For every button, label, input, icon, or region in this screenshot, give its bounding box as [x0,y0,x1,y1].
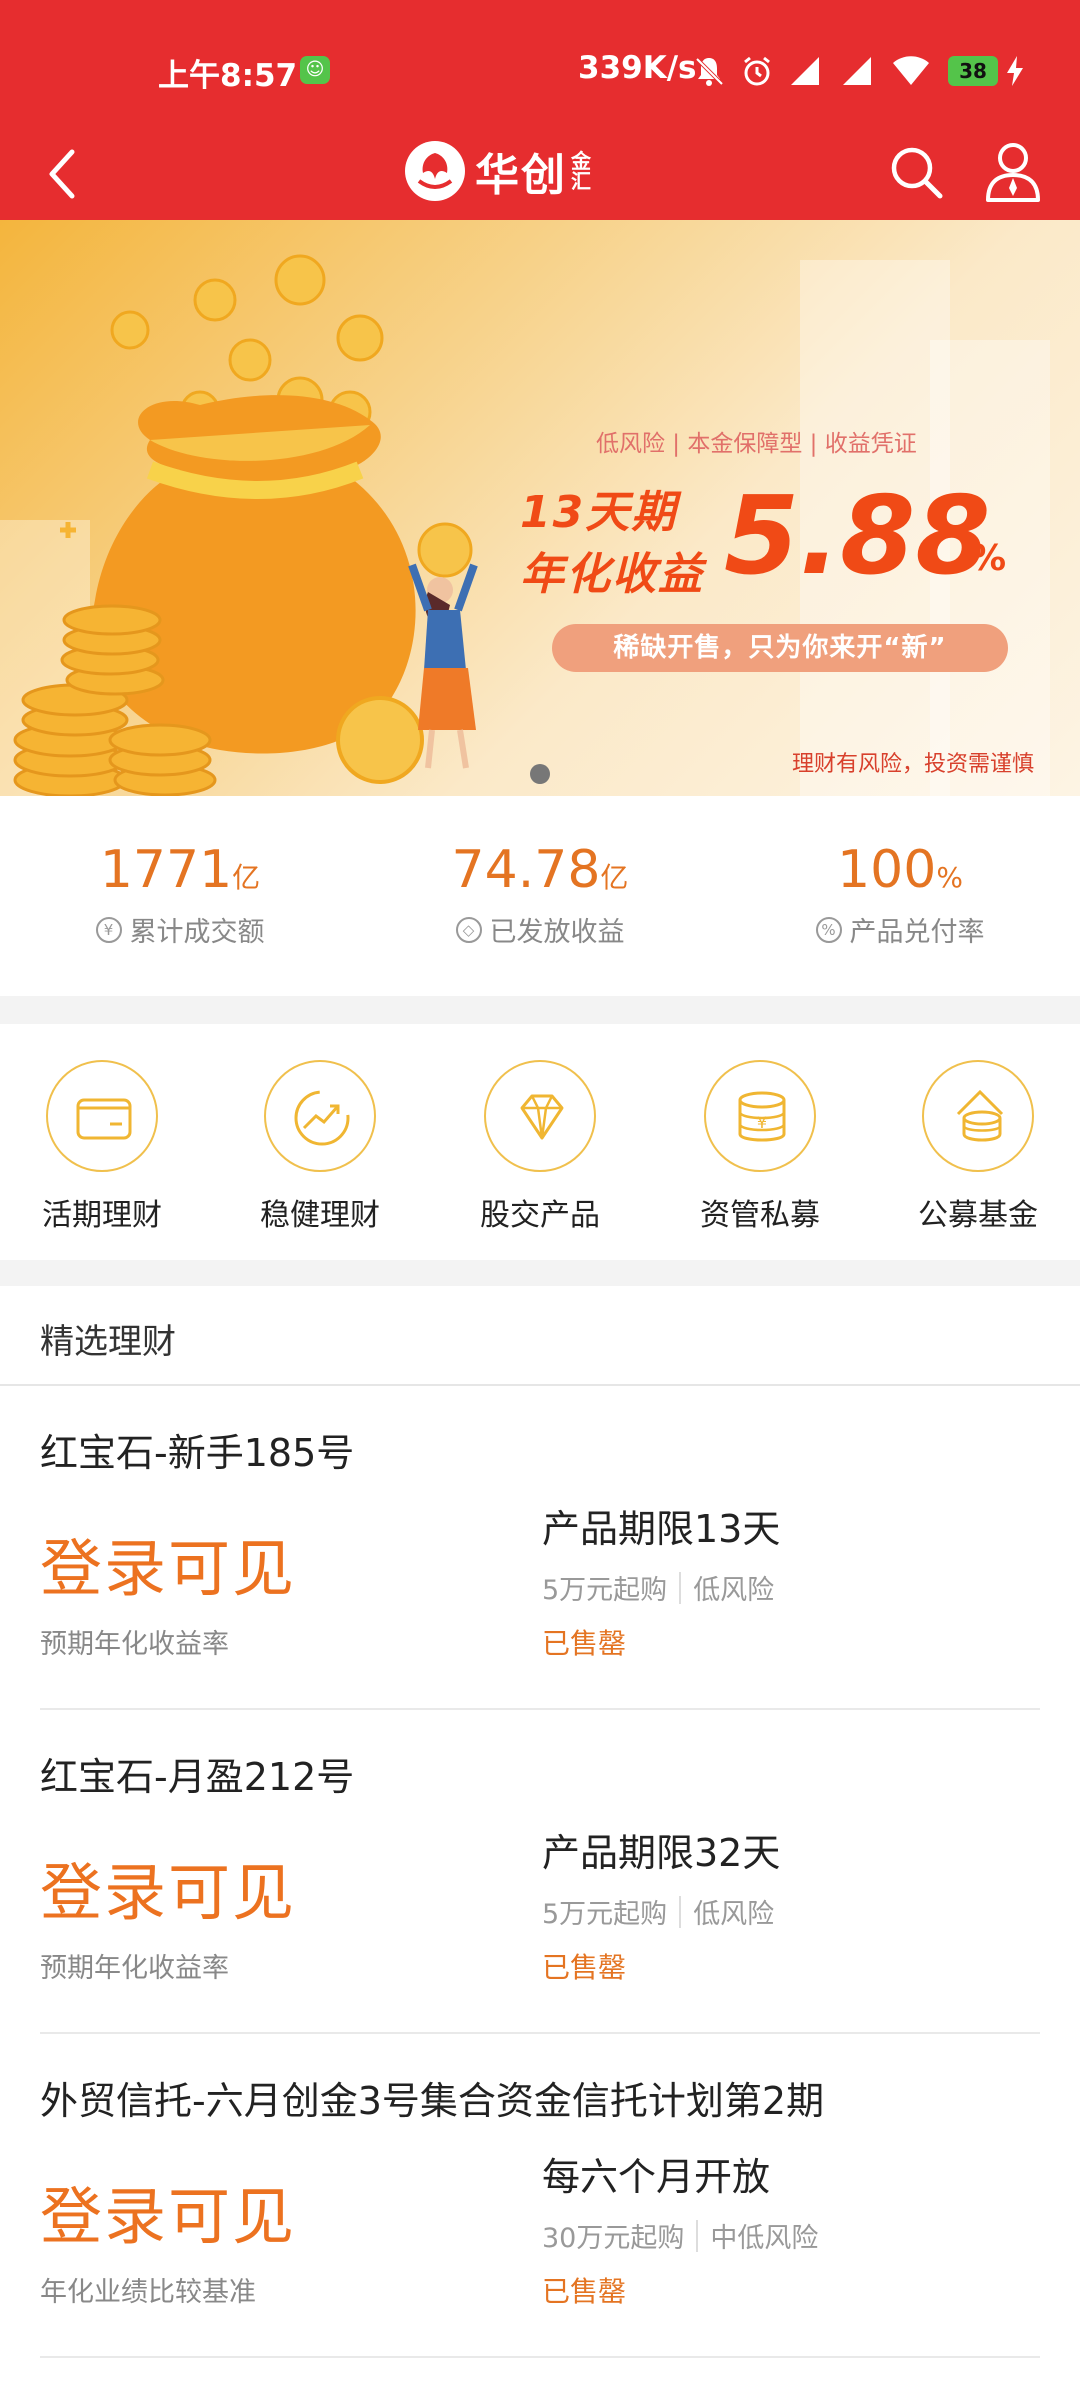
category-public-funds[interactable]: 公募基金 [898,1060,1058,1234]
product-term: 每六个月开放 [542,2155,771,2199]
product-risk: 低风险 [693,1575,775,1606]
meta-divider [679,1895,682,1928]
banner-rate-unit: % [970,538,1007,579]
trend-up-icon [294,1090,350,1146]
wechat-notification-icon: ☺ [300,56,330,84]
category-stable-finance[interactable]: 稳健理财 [240,1060,400,1234]
stat-redemption-rate: 100% % 产品兑付率 [720,840,1080,949]
stat-label: 产品兑付率 [849,917,985,948]
stat-unit: 亿 [232,861,261,894]
brand-logo-text: 华创 [475,150,567,201]
product-meta: 5万元起购 低风险 [542,1892,774,1931]
banner-promo-pill: 稀缺开售，只为你来开“新” [552,624,1008,672]
stat-value: 100 [837,840,937,900]
product-card[interactable]: 外贸信托-六月创金3号集合资金信托计划第2期 登录可见 年化业绩比较基准 每六个… [40,2034,1040,2358]
product-name: 红宝石-月盈212号 [40,1755,355,1799]
stat-paid-returns: 74.78亿 ◇ 已发放收益 [360,840,720,949]
product-risk: 低风险 [693,1899,775,1930]
category-label: 稳健理财 [260,1198,380,1233]
brand-logo-mark-icon [405,141,465,201]
platform-stats: 1771亿 ¥ 累计成交额 74.78亿 ◇ 已发放收益 100% % 产品兑付率 [0,796,1080,996]
status-bar: 上午8:57 ☺ 339K/s 38 [0,0,1080,128]
product-name: 红宝石-新手185号 [40,1431,355,1475]
product-rate-label: 预期年化收益率 [40,1629,229,1660]
stat-label: 累计成交额 [129,917,265,948]
search-icon[interactable] [882,132,952,212]
product-status: 已售罄 [542,2275,627,2308]
category-asset-management[interactable]: ¥ 资管私募 [680,1060,840,1234]
product-rate-label: 预期年化收益率 [40,1953,229,1984]
product-min-invest: 5万元起购 [542,1575,668,1606]
signal-icon [791,57,819,85]
product-card[interactable]: 红宝石-新手185号 登录可见 预期年化收益率 产品期限13天 5万元起购 低风… [40,1386,1040,1710]
status-time: 上午8:57 [158,58,298,94]
category-label: 公募基金 [918,1198,1038,1233]
product-risk: 中低风险 [710,2223,819,2254]
brand-logo-subtext: 金汇 [571,149,591,193]
product-rate-label: 年化业绩比较基准 [40,2277,256,2308]
promo-banner[interactable]: 低风险 | 本金保障型 | 收益凭证 13天期 年化收益 5.88 % 稀缺开售… [0,220,1080,796]
section-title: 精选理财 [40,1322,176,1362]
banner-tagline: 低风险 | 本金保障型 | 收益凭证 [596,431,917,457]
product-meta: 5万元起购 低风险 [542,1568,774,1607]
svg-text:¥: ¥ [757,1113,767,1132]
stat-value: 1771 [99,840,233,900]
category-label: 股交产品 [480,1198,600,1233]
banner-risk-notice: 理财有风险，投资需谨慎 [792,752,1035,777]
yuan-circle-icon: ¥ [95,916,122,943]
meta-divider [696,2219,699,2252]
product-meta: 30万元起购 中低风险 [542,2216,818,2255]
category-equity-products[interactable]: 股交产品 [460,1060,620,1234]
product-term: 产品期限13天 [542,1507,781,1551]
banner-headline-term: 13天期 [520,487,678,538]
category-grid: 活期理财 稳健理财 股交产品 ¥ 资管私募 公募基金 [0,1024,1080,1260]
product-name: 外贸信托-六月创金3号集合资金信托计划第2期 [40,2079,825,2123]
wallet-icon [76,1098,132,1140]
diamond-circle-icon: ◇ [455,916,482,943]
diamond-icon [520,1094,564,1140]
section-divider [0,996,1080,1024]
network-speed: 339K/s [578,50,697,86]
percent-circle-icon: % [815,916,842,943]
charging-icon [1007,56,1023,86]
featured-section-header: 精选理财 [0,1286,1080,1386]
stat-total-volume: 1771亿 ¥ 累计成交额 [0,840,360,949]
stat-unit: % [936,861,963,894]
category-demand-deposit[interactable]: 活期理财 [22,1060,182,1234]
stat-label: 已发放收益 [489,917,625,948]
product-min-invest: 5万元起购 [542,1899,668,1930]
product-rate-login-to-view[interactable]: 登录可见 [40,1842,296,1932]
product-card[interactable]: 红宝石-月盈212号 登录可见 预期年化收益率 产品期限32天 5万元起购 低风… [40,1710,1040,2034]
banner-headline-yield: 年化收益 [520,549,704,600]
carousel-indicator-dot[interactable] [530,764,550,784]
top-navigation-bar: 华创 金汇 [0,128,1080,220]
section-divider [0,1260,1080,1286]
product-rate-login-to-view[interactable]: 登录可见 [40,2166,296,2256]
product-rate-login-to-view[interactable]: 登录可见 [40,1518,296,1608]
category-label: 资管私募 [700,1198,820,1233]
fund-coins-icon [956,1089,1004,1142]
wifi-icon [893,56,929,85]
product-status: 已售罄 [542,1951,627,1984]
signal-icon [843,57,871,85]
product-min-invest: 30万元起购 [542,2223,685,2254]
mute-bell-icon [695,57,724,86]
category-label: 活期理财 [42,1198,162,1233]
brand-logo: 华创 金汇 [405,132,595,210]
stat-value: 74.78 [451,840,601,900]
money-bag-illustration [13,254,478,796]
banner-rate: 5.88 [724,474,991,599]
meta-divider [679,1571,682,1604]
alarm-icon [744,56,770,86]
battery-icon: 38 [948,56,998,86]
back-arrow-icon[interactable] [36,134,116,214]
product-status: 已售罄 [542,1627,627,1660]
coin-stack-icon: ¥ [738,1091,786,1142]
stat-unit: 亿 [600,861,629,894]
product-term: 产品期限32天 [542,1831,781,1875]
user-icon[interactable] [978,132,1048,212]
